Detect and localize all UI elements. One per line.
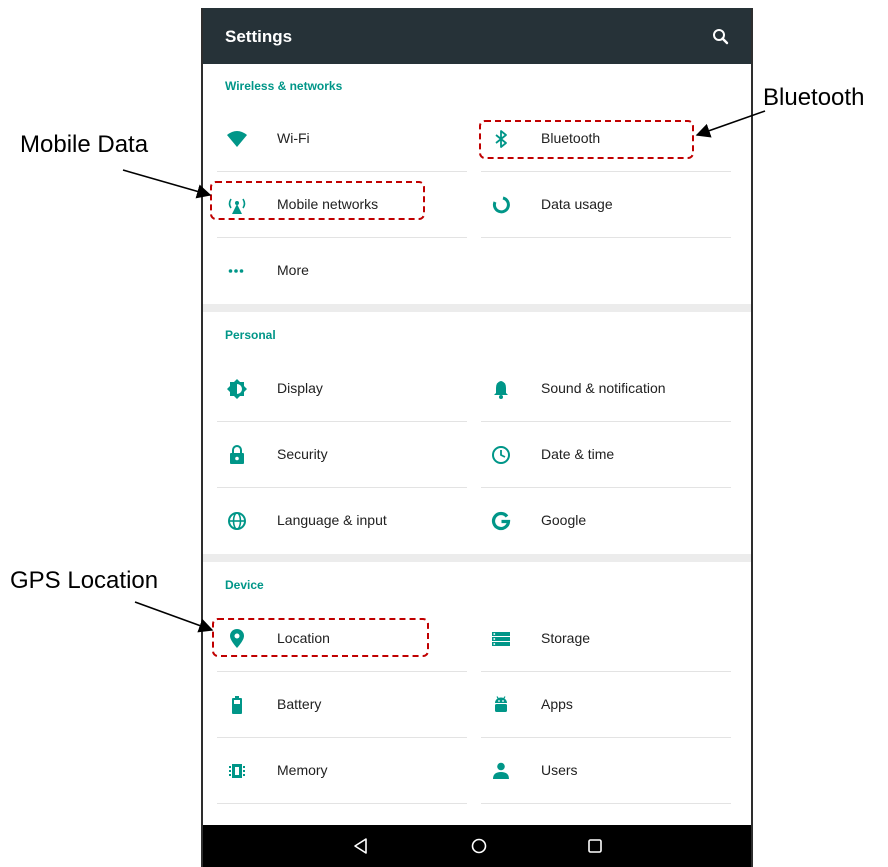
arrow-bluetooth <box>695 110 766 138</box>
arrow-gps-location <box>134 601 214 633</box>
annotation-arrows <box>122 110 766 633</box>
arrow-mobile-data <box>122 169 212 199</box>
